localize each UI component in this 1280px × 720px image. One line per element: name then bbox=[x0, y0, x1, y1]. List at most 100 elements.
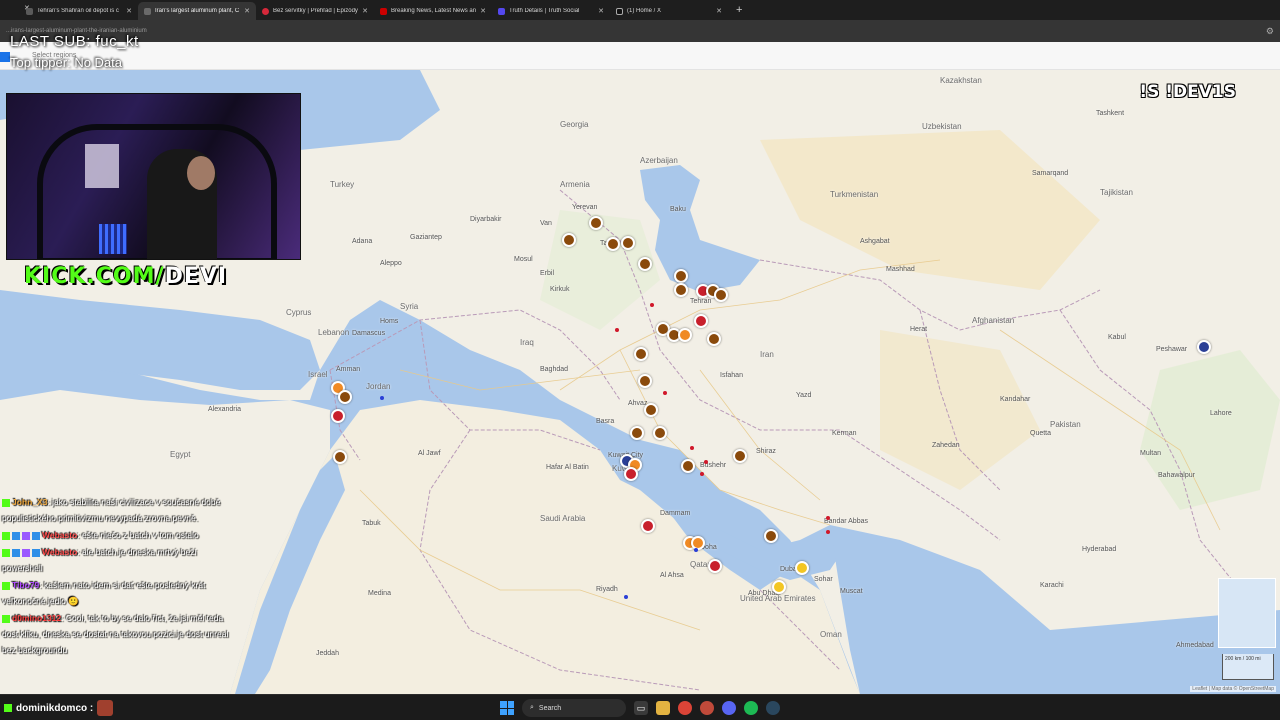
tab-0[interactable]: Tehran's Shahran oil depot is c ✕ bbox=[20, 2, 138, 20]
event-dot[interactable] bbox=[615, 328, 619, 332]
strike-marker[interactable] bbox=[331, 409, 345, 423]
chrome-icon[interactable] bbox=[678, 701, 692, 715]
file-explorer-icon[interactable] bbox=[656, 701, 670, 715]
strike-marker[interactable] bbox=[674, 283, 688, 297]
taskbar-search[interactable]: ⌕ Search bbox=[522, 699, 626, 717]
favicon-icon bbox=[380, 7, 387, 15]
strike-marker[interactable] bbox=[1197, 340, 1211, 354]
strike-marker[interactable] bbox=[333, 450, 347, 464]
country-label: Egypt bbox=[170, 450, 191, 459]
strike-marker[interactable] bbox=[694, 314, 708, 328]
region-select-toggle[interactable] bbox=[0, 52, 10, 62]
city-label: Peshawar bbox=[1156, 346, 1188, 353]
strike-marker[interactable] bbox=[733, 449, 747, 463]
tab-2[interactable]: Bez servítky | Prehľad | Epizódy ✕ bbox=[256, 2, 374, 20]
strike-marker[interactable] bbox=[621, 236, 635, 250]
country-label: Qatar bbox=[690, 560, 711, 569]
city-label: Herat bbox=[910, 326, 928, 333]
event-dot[interactable] bbox=[694, 548, 698, 552]
strike-marker[interactable] bbox=[644, 403, 658, 417]
city-label: Gaziantep bbox=[410, 234, 442, 241]
close-icon[interactable]: ✕ bbox=[362, 7, 368, 15]
strike-marker[interactable] bbox=[630, 426, 644, 440]
shield-badge-icon bbox=[12, 548, 20, 557]
map-attribution[interactable]: Leaflet | Map data © OpenStreetMap bbox=[1190, 686, 1276, 692]
event-dot[interactable] bbox=[700, 472, 704, 476]
tab-title: Breaking News, Latest News an bbox=[391, 8, 477, 14]
search-label: Search bbox=[538, 704, 562, 712]
close-icon[interactable]: ✕ bbox=[480, 7, 486, 15]
event-dot[interactable] bbox=[650, 303, 654, 307]
strike-marker[interactable] bbox=[641, 519, 655, 533]
strike-marker[interactable] bbox=[674, 269, 688, 283]
event-dot[interactable] bbox=[663, 391, 667, 395]
strike-marker[interactable] bbox=[772, 580, 786, 594]
strike-marker[interactable] bbox=[707, 332, 721, 346]
minimap[interactable] bbox=[1218, 578, 1276, 648]
strike-marker[interactable] bbox=[653, 426, 667, 440]
event-dot[interactable] bbox=[624, 595, 628, 599]
new-tab-button[interactable]: + bbox=[736, 4, 742, 16]
city-label: Mosul bbox=[514, 256, 533, 263]
address-bar[interactable]: ...irans-largest-aluminum-plant-the-iran… bbox=[0, 20, 1280, 42]
strike-marker[interactable] bbox=[691, 536, 705, 550]
city-label: Amman bbox=[336, 366, 361, 373]
strike-marker[interactable] bbox=[638, 374, 652, 388]
close-icon[interactable]: ✕ bbox=[716, 7, 722, 15]
strike-marker[interactable] bbox=[714, 288, 728, 302]
strike-marker[interactable] bbox=[606, 237, 620, 251]
event-dot[interactable] bbox=[826, 530, 830, 534]
close-icon[interactable]: ✕ bbox=[598, 7, 604, 15]
favicon-icon bbox=[26, 7, 33, 15]
city-label: Dammam bbox=[660, 510, 691, 517]
strike-marker[interactable] bbox=[795, 561, 809, 575]
country-label: Cyprus bbox=[286, 308, 312, 317]
kick-url-suffix: DEVI bbox=[164, 264, 228, 289]
discord-icon[interactable] bbox=[722, 701, 736, 715]
close-icon[interactable]: ✕ bbox=[244, 7, 250, 15]
strike-marker[interactable] bbox=[638, 257, 652, 271]
shield-badge-icon bbox=[12, 531, 20, 540]
strike-marker[interactable] bbox=[634, 347, 648, 361]
city-label: Muscat bbox=[840, 588, 863, 595]
favicon-icon bbox=[498, 7, 505, 15]
event-dot[interactable] bbox=[690, 446, 694, 450]
spotify-icon[interactable] bbox=[744, 701, 758, 715]
strike-marker[interactable] bbox=[678, 328, 692, 342]
strike-marker[interactable] bbox=[562, 233, 576, 247]
event-dot[interactable] bbox=[826, 516, 830, 520]
strike-marker[interactable] bbox=[338, 390, 352, 404]
tab-3[interactable]: Breaking News, Latest News an ✕ bbox=[374, 2, 492, 20]
country-label: Georgia bbox=[560, 120, 589, 129]
kick-badge-icon bbox=[4, 704, 12, 712]
event-dot[interactable] bbox=[380, 396, 384, 400]
tab-4[interactable]: Truth Details | Truth Social ✕ bbox=[492, 2, 610, 20]
strike-marker[interactable] bbox=[589, 216, 603, 230]
tab-1[interactable]: Iran's largest aluminum plant, C ✕ bbox=[138, 2, 256, 20]
tab-5[interactable]: (1) Home / X ✕ bbox=[610, 2, 728, 20]
country-label: Turkmenistan bbox=[830, 190, 879, 199]
gear-icon[interactable]: ⚙ bbox=[1266, 26, 1274, 37]
strike-marker[interactable] bbox=[624, 467, 638, 481]
favicon-icon bbox=[262, 7, 269, 15]
windows-start-icon[interactable] bbox=[500, 701, 514, 715]
city-label: Ashgabat bbox=[860, 238, 890, 245]
close-icon[interactable]: ✕ bbox=[126, 7, 132, 15]
country-label: Jordan bbox=[366, 382, 391, 391]
strike-marker[interactable] bbox=[681, 459, 695, 473]
country-label: Tajikistan bbox=[1100, 188, 1133, 197]
event-dot[interactable] bbox=[704, 460, 708, 464]
city-label: Yazd bbox=[796, 392, 812, 399]
steam-icon[interactable] bbox=[766, 701, 780, 715]
city-label: Van bbox=[540, 220, 552, 227]
country-label: Pakistan bbox=[1050, 420, 1081, 429]
strike-marker[interactable] bbox=[708, 559, 722, 573]
city-label: Bandar Abbas bbox=[824, 518, 868, 525]
browser-icon[interactable] bbox=[700, 701, 714, 715]
task-view-icon[interactable]: ▭ bbox=[634, 701, 648, 715]
strike-marker[interactable] bbox=[764, 529, 778, 543]
city-label: Multan bbox=[1140, 450, 1162, 457]
country-label: Azerbaijan bbox=[640, 156, 678, 165]
favicon-icon bbox=[144, 7, 151, 15]
country-label: Lebanon bbox=[318, 328, 350, 337]
